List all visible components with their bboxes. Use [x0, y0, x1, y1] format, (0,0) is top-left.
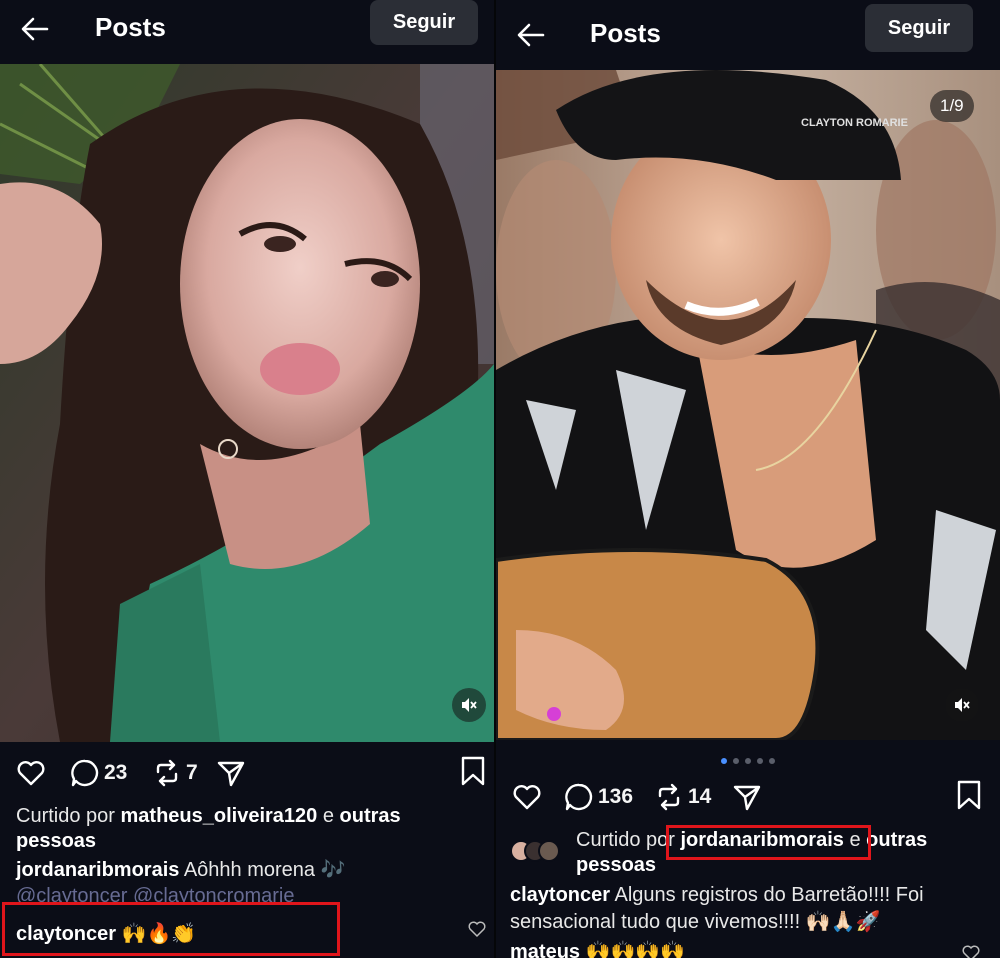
caption: jordanaribmorais Aôhhh morena 🎶	[16, 858, 476, 883]
cap-logo-text: CLAYTON ROMARIE	[801, 117, 908, 129]
follow-button[interactable]: Seguir	[370, 0, 478, 45]
speaker-muted-icon	[955, 698, 970, 712]
carousel-dots	[721, 758, 775, 764]
comment-count: 136	[598, 785, 634, 808]
right-post-panel: Posts Seguir CLAYTON ROMARIE 1/9 136 14 …	[496, 0, 1000, 958]
carousel-dot[interactable]	[757, 758, 763, 764]
repost-icon	[156, 759, 178, 787]
carousel-dot[interactable]	[721, 758, 727, 764]
caption-mentions[interactable]: @claytoncer @claytoncromarie	[16, 884, 476, 904]
left-header: Posts Seguir	[0, 0, 494, 62]
send-icon	[217, 761, 245, 787]
carousel-dot[interactable]	[769, 758, 775, 764]
mute-toggle[interactable]	[945, 688, 979, 722]
like-button[interactable]	[16, 758, 46, 788]
mute-toggle[interactable]	[452, 688, 486, 722]
right-header: Posts Seguir	[496, 0, 1000, 62]
comment-count: 23	[104, 761, 128, 784]
highlight-box	[2, 902, 340, 956]
comment-bubble-icon	[71, 759, 99, 787]
send-icon	[733, 785, 761, 811]
repost-icon	[658, 783, 680, 811]
comment-username[interactable]: mateus	[510, 941, 580, 958]
caption-username[interactable]: claytoncer	[510, 884, 610, 906]
carousel-counter: 1/9	[930, 90, 974, 122]
caption: claytoncer Alguns registros do Barretão!…	[510, 882, 990, 936]
page-title: Posts	[95, 12, 166, 42]
like-button[interactable]	[512, 782, 542, 812]
liked-by-text: Curtido por matheus_oliveira120 e outras…	[16, 805, 401, 852]
post-media-carousel[interactable]: CLAYTON ROMARIE 1/9	[496, 70, 1000, 740]
post-actions-bar: 136 14	[496, 776, 1000, 816]
comment-like-heart-icon[interactable]	[962, 944, 980, 958]
repost-button[interactable]: 14	[654, 782, 711, 812]
follow-button[interactable]: Seguir	[865, 4, 973, 52]
share-button[interactable]	[216, 758, 246, 788]
heart-icon	[513, 785, 541, 810]
save-button[interactable]	[458, 756, 488, 786]
avatar	[538, 840, 560, 862]
back-arrow-icon[interactable]	[20, 14, 50, 44]
comment-button[interactable]: 136	[564, 782, 633, 812]
comment-bubble-icon	[565, 783, 593, 811]
page-title: Posts	[590, 18, 661, 48]
bookmark-icon	[957, 780, 981, 810]
woman-photo-illustration	[0, 64, 494, 742]
carousel-dot[interactable]	[745, 758, 751, 764]
back-arrow-icon[interactable]	[516, 20, 546, 50]
liked-by-user-link[interactable]: matheus_oliveira120	[121, 805, 318, 827]
comment-text: 🙌🙌🙌🙌	[585, 941, 686, 958]
repost-count: 7	[186, 761, 198, 784]
post-actions-bar: 23 7	[0, 752, 494, 792]
left-post-panel: Posts Seguir 23 7 Curtido por matheus_ol…	[0, 0, 494, 958]
save-button[interactable]	[954, 780, 984, 810]
highlight-box	[666, 825, 871, 860]
speaker-muted-icon	[462, 698, 477, 712]
carousel-dot[interactable]	[733, 758, 739, 764]
comment-button[interactable]: 23	[70, 758, 127, 788]
singer-guitar-photo-illustration: CLAYTON ROMARIE	[496, 70, 1000, 740]
heart-icon	[17, 761, 45, 786]
comment-like-heart-icon[interactable]	[468, 920, 486, 938]
next-comment: mateus 🙌🙌🙌🙌	[510, 940, 930, 958]
repost-count: 14	[688, 785, 712, 808]
caption-username[interactable]: jordanaribmorais	[16, 859, 179, 881]
bookmark-icon	[461, 756, 485, 786]
share-button[interactable]	[732, 782, 762, 812]
liked-by-avatars[interactable]	[510, 840, 560, 862]
post-media-image[interactable]	[0, 64, 494, 742]
repost-button[interactable]: 7	[152, 758, 198, 788]
caption-text: Aôhhh morena 🎶	[183, 859, 346, 881]
